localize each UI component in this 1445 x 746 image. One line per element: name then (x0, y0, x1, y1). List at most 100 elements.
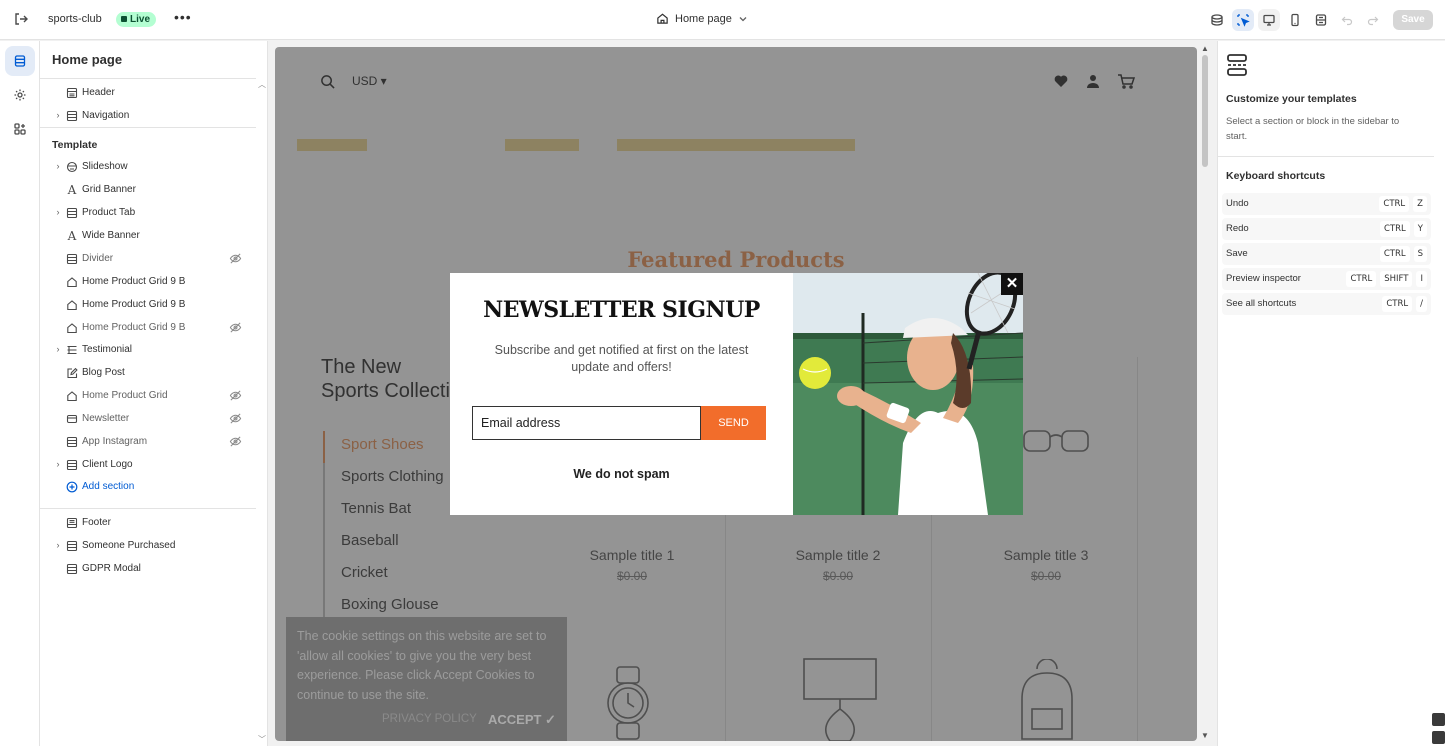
settings-icon[interactable] (1432, 731, 1445, 744)
section-icon (65, 516, 79, 530)
apps-icon[interactable] (5, 114, 35, 144)
sidebar-item-testimonial[interactable]: › Testimonial (40, 339, 256, 361)
home-icon (657, 13, 668, 24)
section-icon (65, 562, 79, 576)
scroll-up-icon[interactable]: ▲ (1201, 44, 1209, 53)
add-section-button[interactable]: Add section (40, 476, 256, 498)
preview-scrollbar[interactable]: ▲ ▼ (1200, 44, 1210, 741)
sidebar-item-label: Product Tab (82, 207, 136, 218)
sidebar-item-divider[interactable]: Divider (40, 248, 256, 270)
shortcut-label: Redo (1226, 223, 1249, 234)
sidebar-item-someone-purchased[interactable]: › Someone Purchased (40, 535, 256, 557)
hidden-eye-icon[interactable] (229, 412, 242, 428)
save-button[interactable]: Save (1393, 10, 1433, 30)
chevron-right-icon[interactable]: › (53, 344, 63, 354)
plus-circle-icon (65, 480, 79, 494)
divider (1218, 156, 1434, 157)
sidebar-item-navigation[interactable]: › Navigation (40, 105, 256, 127)
full-width-icon[interactable] (1310, 9, 1332, 31)
sidebar-item-home-product-grid[interactable]: Home Product Grid (40, 385, 256, 407)
cookie-actions: PRIVACY POLICY ACCEPT ✓ (286, 712, 567, 733)
shortcut-keys: CTRL / (1382, 296, 1427, 312)
chevron-right-icon[interactable]: › (53, 161, 63, 171)
chevron-right-icon[interactable]: › (53, 110, 63, 120)
desktop-view-icon[interactable] (1258, 9, 1280, 31)
settings-gear-icon[interactable] (5, 80, 35, 110)
list-icon (65, 343, 79, 357)
undo-icon[interactable] (1336, 9, 1358, 31)
sidebar-item-label: Home Product Grid (82, 390, 168, 401)
sidebar-item-slideshow[interactable]: › Slideshow (40, 156, 256, 178)
sidebar-item-home-product-grid-3[interactable]: Home Product Grid 9 B (40, 317, 256, 339)
hidden-eye-icon[interactable] (229, 389, 242, 405)
newsletter-title: NEWSLETTER SIGNUP (483, 297, 760, 323)
cookie-text: The cookie settings on this website are … (297, 629, 547, 702)
shortcut-label: Save (1226, 248, 1248, 259)
home-icon (65, 275, 79, 289)
sidebar-item-client-logo[interactable]: › Client Logo (40, 454, 256, 476)
sidebar-item-product-tab[interactable]: › Product Tab (40, 202, 256, 224)
shortcut-row: Save CTRL S (1222, 243, 1431, 265)
chevron-right-icon[interactable]: › (53, 540, 63, 550)
email-field[interactable]: Email address (472, 406, 701, 440)
scroll-down-icon[interactable]: ﹀ (258, 734, 266, 745)
sidebar-item-label: Home Product Grid 9 B (82, 276, 186, 287)
shortcut-label: See all shortcuts (1226, 298, 1297, 309)
shortcut-row: Preview inspector CTRL SHIFT I (1222, 268, 1431, 290)
live-badge-label: Live (130, 14, 151, 25)
sidebar-item-label: Testimonial (82, 344, 133, 355)
text-icon: A (67, 183, 77, 197)
more-actions-button[interactable]: ••• (174, 9, 192, 25)
sidebar-item-label: Wide Banner (82, 230, 140, 241)
sidebar-item-label: App Instagram (82, 436, 148, 447)
theme-settings-icon[interactable] (1206, 9, 1228, 31)
sidebar-item-header[interactable]: Header (40, 82, 256, 104)
redo-icon[interactable] (1362, 9, 1384, 31)
sidebar-item-home-product-grid-2[interactable]: Home Product Grid 9 B (40, 294, 256, 316)
divider (40, 127, 256, 128)
hidden-eye-icon[interactable] (229, 435, 242, 451)
privacy-policy-link[interactable]: PRIVACY POLICY (382, 713, 477, 725)
section-icon (65, 252, 79, 266)
sidebar-item-wide-banner[interactable]: A Wide Banner (40, 225, 256, 247)
microphone-icon[interactable] (1432, 713, 1445, 726)
preview-area: USD ▾ Featured Products The New Sports C… (269, 41, 1216, 746)
accept-cookies-button[interactable]: ACCEPT ✓ (488, 712, 556, 728)
key: CTRL (1379, 246, 1410, 262)
hidden-eye-icon[interactable] (229, 321, 242, 337)
shortcut-row: Redo CTRL Y (1222, 218, 1431, 240)
scrollbar-thumb[interactable] (1202, 55, 1208, 167)
sidebar-item-home-product-grid-1[interactable]: Home Product Grid 9 B (40, 271, 256, 293)
sidebar-item-label: GDPR Modal (82, 563, 141, 574)
shortcut-label: Preview inspector (1226, 273, 1301, 284)
chevron-right-icon[interactable]: › (53, 207, 63, 217)
mobile-view-icon[interactable] (1284, 9, 1306, 31)
exit-icon[interactable] (12, 11, 30, 29)
sidebar-item-app-instagram[interactable]: App Instagram (40, 431, 256, 453)
page-selector[interactable]: Home page (656, 12, 748, 25)
cookie-banner: The cookie settings on this website are … (286, 617, 567, 741)
customize-description: Select a section or block in the sidebar… (1226, 116, 1400, 142)
inspector-icon[interactable] (1232, 9, 1254, 31)
sidebar-item-footer[interactable]: Footer (40, 512, 256, 534)
no-spam-note: We do not spam (573, 467, 670, 481)
scroll-down-icon[interactable]: ▼ (1201, 731, 1209, 740)
close-icon[interactable]: ✕ (1001, 273, 1023, 295)
sidebar-item-label: Footer (82, 517, 111, 528)
hidden-eye-icon[interactable] (229, 252, 242, 268)
chevron-right-icon[interactable]: › (53, 459, 63, 469)
sidebar-item-newsletter[interactable]: Newsletter (40, 408, 256, 430)
sidebar-item-gdpr-modal[interactable]: GDPR Modal (40, 558, 256, 580)
key: SHIFT (1380, 271, 1413, 287)
storefront-preview[interactable]: USD ▾ Featured Products The New Sports C… (275, 47, 1197, 741)
shortcut-keys: CTRL S (1379, 246, 1427, 262)
scroll-up-icon[interactable]: ︿ (258, 79, 266, 90)
send-button[interactable]: SEND (701, 406, 766, 440)
sidebar-item-blog-post[interactable]: Blog Post (40, 362, 256, 384)
newsletter-modal: NEWSLETTER SIGNUP Subscribe and get noti… (450, 273, 1023, 515)
sidebar-item-label: Header (82, 87, 115, 98)
sidebar-item-grid-banner[interactable]: A Grid Banner (40, 179, 256, 201)
shortcut-keys: CTRL Z (1379, 196, 1427, 212)
template-icon (1226, 53, 1248, 82)
sections-icon[interactable] (5, 46, 35, 76)
